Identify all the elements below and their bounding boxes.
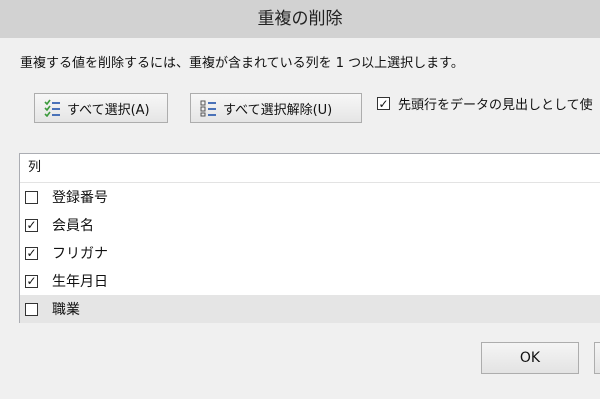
- deselect-all-icon: [199, 99, 217, 117]
- column-row-touroku-bangou[interactable]: 登録番号: [20, 183, 600, 211]
- list-header: 列: [20, 154, 600, 183]
- column-row-seinengappi[interactable]: ✓ 生年月日: [20, 267, 600, 295]
- deselect-all-button[interactable]: すべて選択解除(U): [190, 93, 362, 123]
- dialog-body: 重複する値を削除するには、重複が含まれている列を 1 つ以上選択します。 すべて…: [0, 38, 600, 399]
- header-row-option[interactable]: ✓ 先頭行をデータの見出しとして使: [377, 94, 593, 113]
- column-checkbox[interactable]: ✓: [25, 218, 38, 232]
- instruction-text: 重複する値を削除するには、重複が含まれている列を 1 つ以上選択します。: [20, 56, 464, 71]
- column-checkbox[interactable]: ✓: [25, 246, 38, 260]
- column-row-shokugyou[interactable]: 職業: [20, 295, 600, 323]
- column-label: 職業: [52, 302, 80, 318]
- column-checkbox[interactable]: [25, 302, 38, 316]
- cancel-button[interactable]: [594, 342, 600, 374]
- column-label: 会員名: [52, 218, 94, 234]
- deselect-all-label: すべて選択解除(U): [223, 102, 333, 118]
- column-label: 生年月日: [52, 274, 108, 290]
- ok-button[interactable]: OK: [481, 342, 579, 374]
- column-label: 登録番号: [52, 190, 108, 206]
- column-row-furigana[interactable]: ✓ フリガナ: [20, 239, 600, 267]
- column-label: フリガナ: [52, 246, 108, 262]
- column-checkbox[interactable]: ✓: [25, 274, 38, 288]
- column-row-kaiin-mei[interactable]: ✓ 会員名: [20, 211, 600, 239]
- select-all-icon: [43, 99, 61, 118]
- select-all-label: すべて選択(A): [67, 102, 150, 118]
- title-bar: 重複の削除: [0, 0, 600, 38]
- header-row-label: 先頭行をデータの見出しとして使: [398, 98, 593, 113]
- column-checkbox[interactable]: [25, 190, 38, 204]
- select-all-button[interactable]: すべて選択(A): [34, 93, 168, 123]
- header-row-checkbox[interactable]: ✓: [377, 97, 390, 110]
- columns-listbox[interactable]: 列 登録番号 ✓ 会員名 ✓ フリガナ ✓ 生年月日 職業: [19, 153, 600, 323]
- window-title: 重複の削除: [257, 9, 343, 29]
